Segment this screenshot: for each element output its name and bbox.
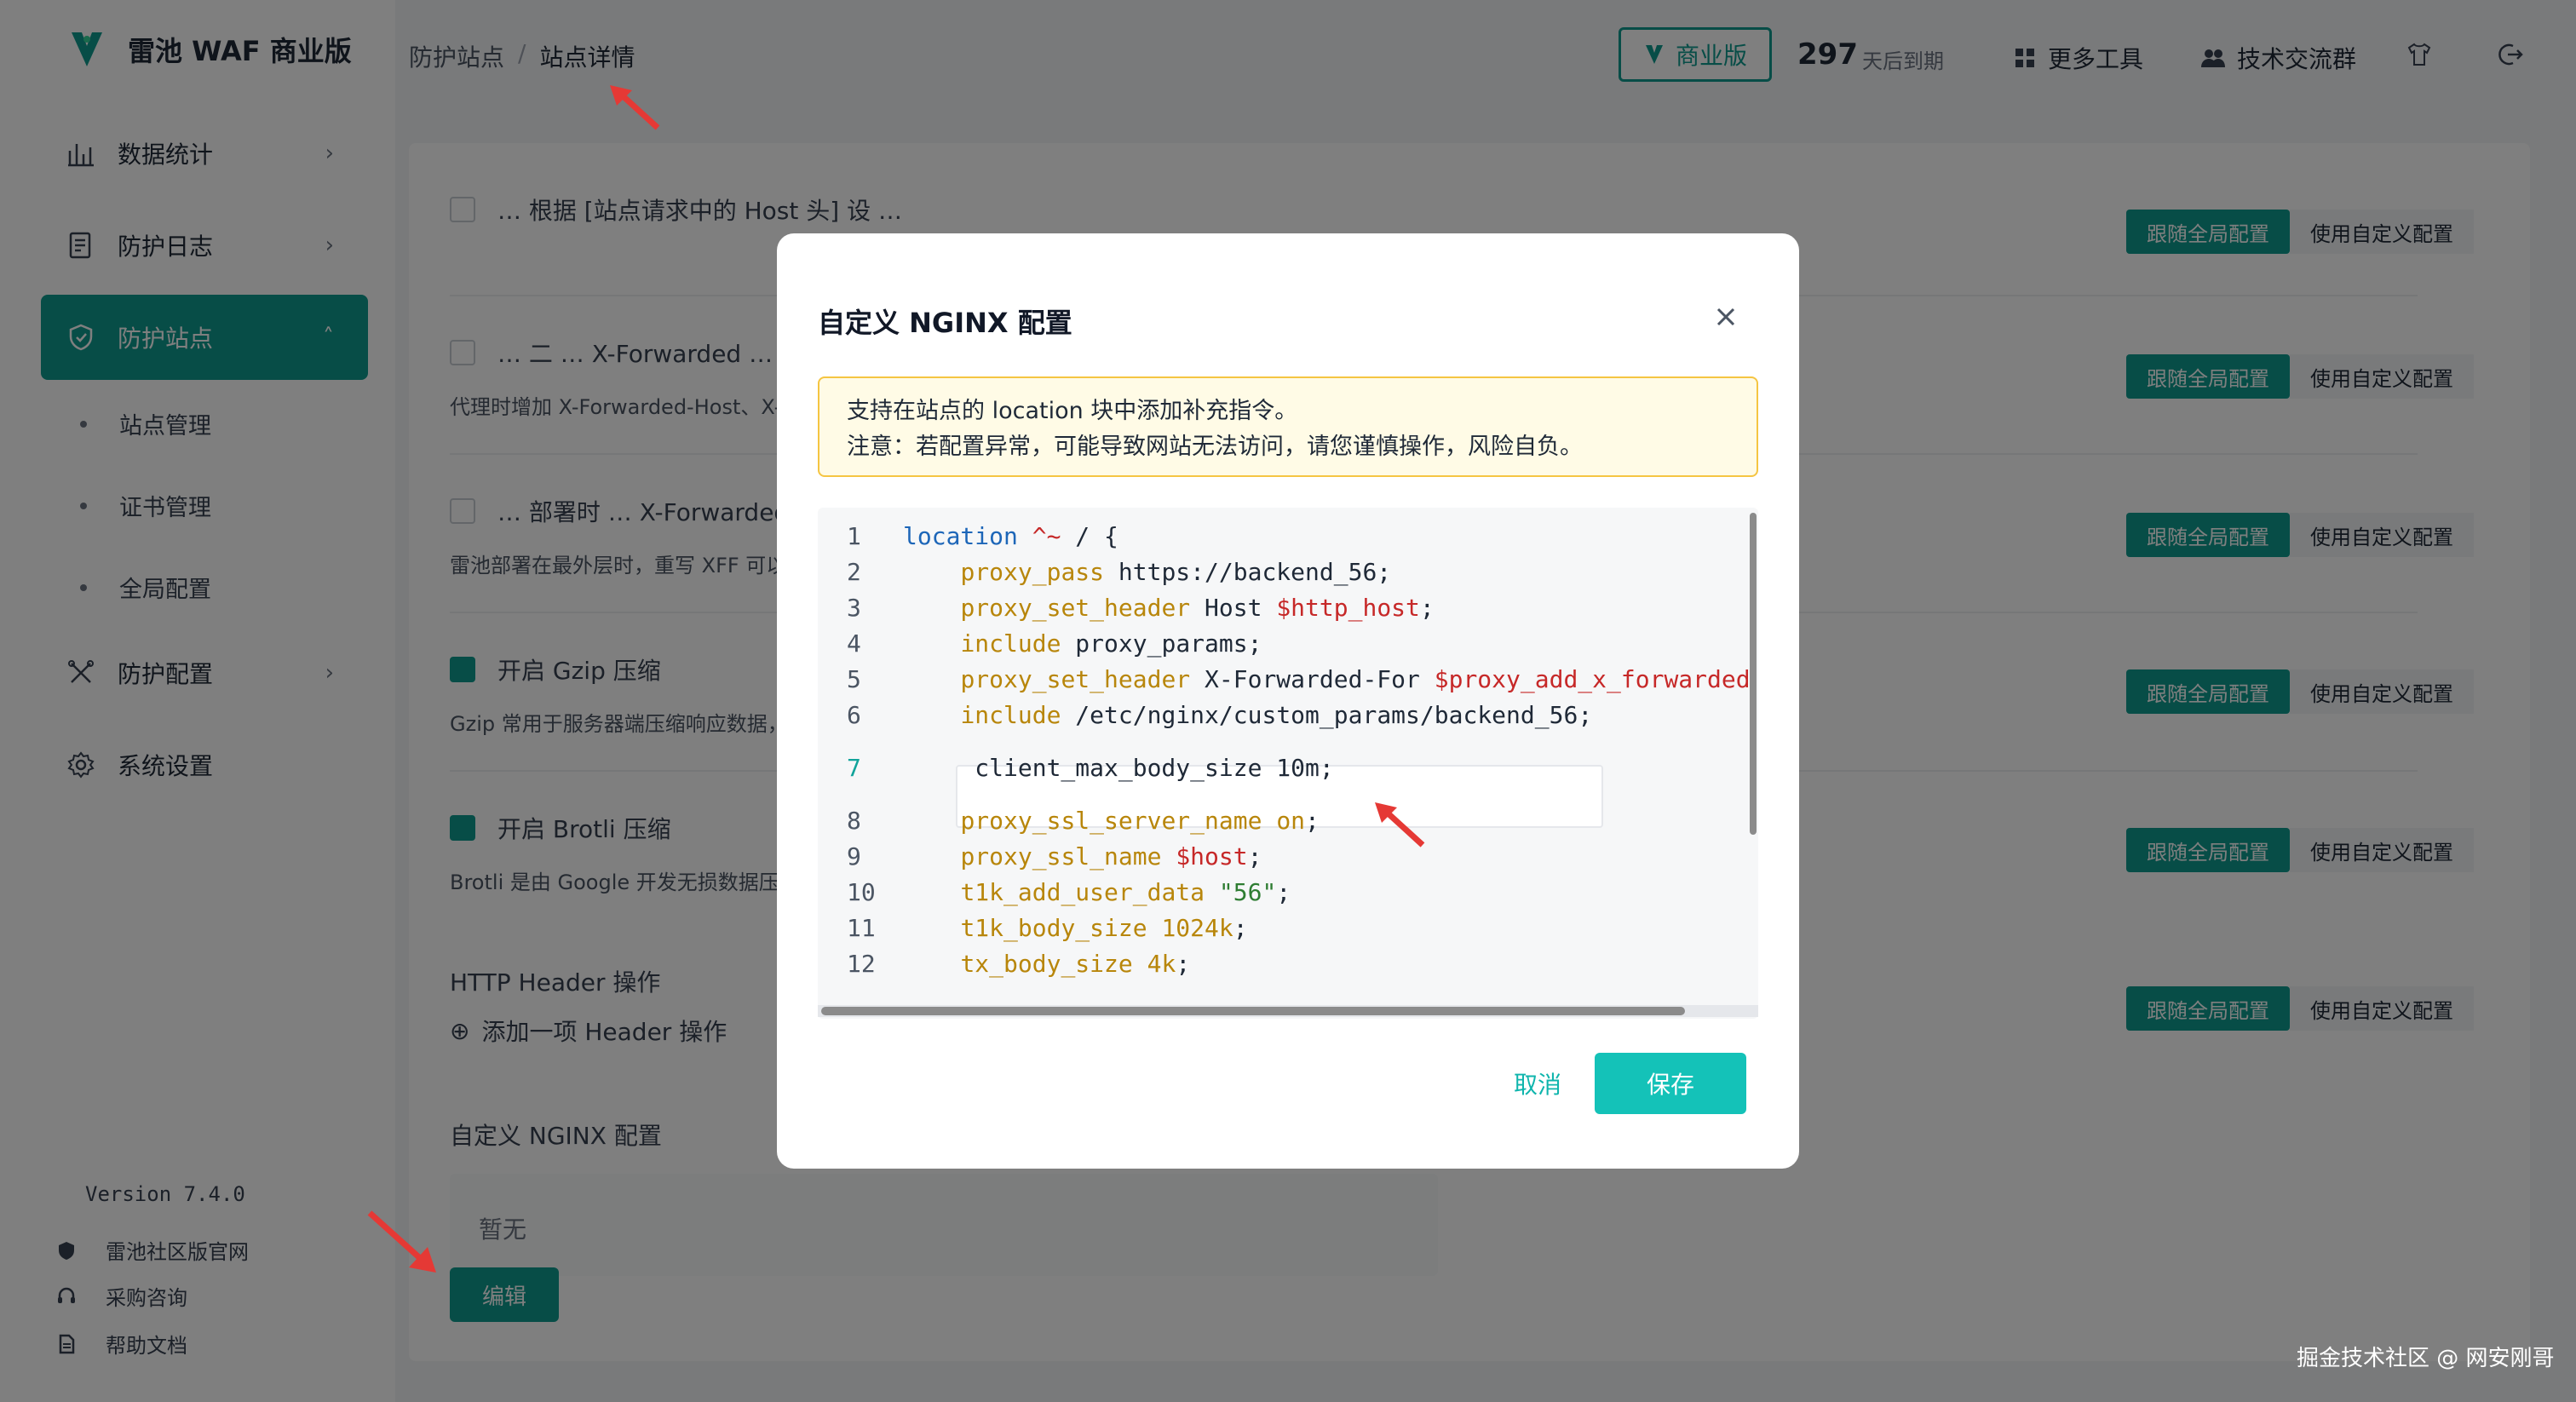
- line-number: 2: [847, 557, 861, 586]
- modal-title: 自定义 NGINX 配置: [818, 307, 1072, 339]
- line-number: 6: [847, 700, 861, 729]
- code-token: location: [903, 521, 1018, 550]
- alert-line-1: 支持在站点的 location 块中添加补充指令。: [847, 398, 1298, 424]
- code-token: tx_body_size: [960, 949, 1133, 978]
- code-token: /etc/nginx/custom_params/backend_56;: [1061, 700, 1593, 729]
- nginx-config-modal: 自定义 NGINX 配置 支持在站点的 location 块中添加补充指令。 注…: [777, 233, 1799, 1169]
- code-token: proxy_set_header: [960, 593, 1191, 622]
- code-token: 1024k: [1161, 913, 1233, 942]
- code-token: proxy_pass: [960, 557, 1105, 586]
- code-token: proxy_ssl_name: [960, 842, 1162, 871]
- code-token: https://backend_56;: [1104, 557, 1392, 586]
- code-token: proxy_set_header: [960, 664, 1191, 693]
- line-number: 9: [847, 842, 861, 871]
- annotation-arrow-icon: [610, 85, 660, 130]
- code-line: 4 include proxy_params;: [818, 625, 1262, 661]
- code-token: $proxy_add_x_forwarded: [1434, 664, 1751, 693]
- code-token: include: [960, 700, 1061, 729]
- horizontal-scrollbar[interactable]: [821, 1007, 1685, 1015]
- alert-line-2: 注意：若配置异常，可能导致网站无法访问，请您谨慎操作，风险自负。: [847, 434, 1583, 460]
- code-line: 6 include /etc/nginx/custom_params/backe…: [818, 697, 1592, 733]
- code-token: / {: [1061, 521, 1118, 550]
- cancel-button[interactable]: 取消: [1474, 1053, 1601, 1114]
- code-line: 9 proxy_ssl_name $host;: [818, 838, 1262, 874]
- code-token: client_max_body_size 10m;: [903, 753, 1334, 782]
- annotation-arrow-icon: [367, 1210, 436, 1273]
- code-token: Host: [1190, 593, 1277, 622]
- line-number: 8: [847, 806, 861, 835]
- line-number: 11: [847, 913, 876, 942]
- code-token: ;: [1305, 806, 1320, 835]
- code-token: "56": [1218, 877, 1277, 906]
- code-token: t1k_add_user_data: [960, 877, 1205, 906]
- code-token: proxy_params;: [1061, 629, 1262, 658]
- line-number: 12: [847, 949, 876, 978]
- code-line: 5 proxy_set_header X-Forwarded-For $prox…: [818, 661, 1751, 697]
- save-button[interactable]: 保存: [1595, 1053, 1746, 1114]
- code-token: ;: [1276, 877, 1291, 906]
- code-line: 3 proxy_set_header Host $http_host;: [818, 589, 1435, 625]
- code-token: t1k_body_size: [960, 913, 1147, 942]
- code-editor[interactable]: 1 location ^~ / { 2 proxy_pass https://bac…: [818, 508, 1758, 1019]
- line-number: 3: [847, 593, 861, 622]
- line-number: 7: [847, 753, 861, 782]
- code-line: 12 tx_body_size 4k;: [818, 945, 1190, 981]
- code-token: $host: [1176, 842, 1248, 871]
- annotation-arrow-icon: [1375, 802, 1425, 848]
- code-line: 2 proxy_pass https://backend_56;: [818, 554, 1391, 589]
- code-line: 1 location ^~ / {: [818, 518, 1118, 554]
- code-token: ;: [1419, 593, 1435, 622]
- warning-alert: 支持在站点的 location 块中添加补充指令。 注意：若配置异常，可能导致网…: [818, 376, 1758, 477]
- code-token: ^~: [1032, 521, 1061, 550]
- line-number: 4: [847, 629, 861, 658]
- code-token: on: [1276, 806, 1306, 835]
- code-token: ;: [1233, 913, 1248, 942]
- code-token: ;: [1247, 842, 1262, 871]
- code-token: 4k: [1147, 949, 1176, 978]
- line-number: 5: [847, 664, 861, 693]
- line-number: 1: [847, 521, 861, 550]
- code-token: include: [960, 629, 1061, 658]
- code-line: 11 t1k_body_size 1024k;: [818, 910, 1248, 945]
- code-line: 7 client_max_body_size 10m;: [818, 750, 1334, 785]
- code-token: ;: [1176, 949, 1191, 978]
- watermark: 掘金技术社区 @ 网安刚哥: [2297, 1346, 2555, 1371]
- code-line: 10 t1k_add_user_data "56";: [818, 874, 1291, 910]
- code-token: $http_host: [1276, 593, 1420, 622]
- line-number: 10: [847, 877, 876, 906]
- code-line: 8 proxy_ssl_server_name on;: [818, 802, 1320, 838]
- vertical-scrollbar[interactable]: [1750, 513, 1757, 835]
- code-token: proxy_ssl_server_name: [960, 806, 1262, 835]
- code-token: X-Forwarded-For: [1190, 664, 1435, 693]
- close-icon[interactable]: [1711, 302, 1741, 332]
